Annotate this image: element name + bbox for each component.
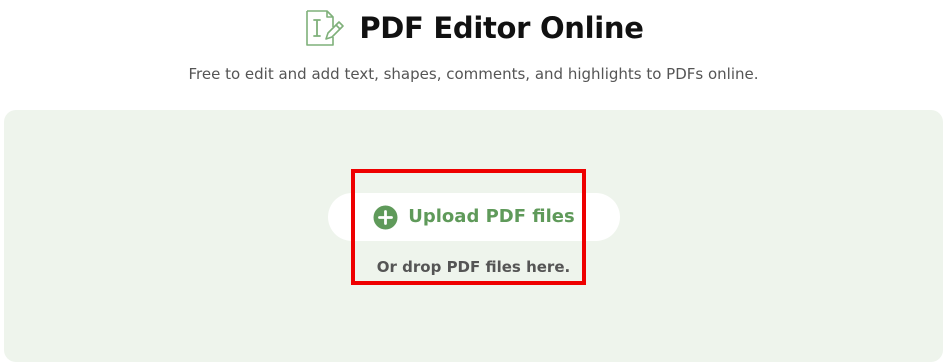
page-header: PDF Editor Online Free to edit and add t… bbox=[0, 0, 947, 100]
pdf-edit-icon bbox=[306, 10, 345, 46]
page-subtitle: Free to edit and add text, shapes, comme… bbox=[188, 65, 759, 83]
upload-button-label: Upload PDF files bbox=[408, 206, 575, 227]
title-row: PDF Editor Online bbox=[0, 6, 947, 50]
upload-pdf-button[interactable]: Upload PDF files bbox=[328, 193, 620, 241]
page-title: PDF Editor Online bbox=[359, 11, 644, 45]
plus-circle-icon bbox=[373, 205, 398, 229]
drop-hint-text: Or drop PDF files here. bbox=[376, 258, 571, 276]
file-drop-zone[interactable]: Upload PDF files Or drop PDF files here. bbox=[4, 110, 943, 362]
